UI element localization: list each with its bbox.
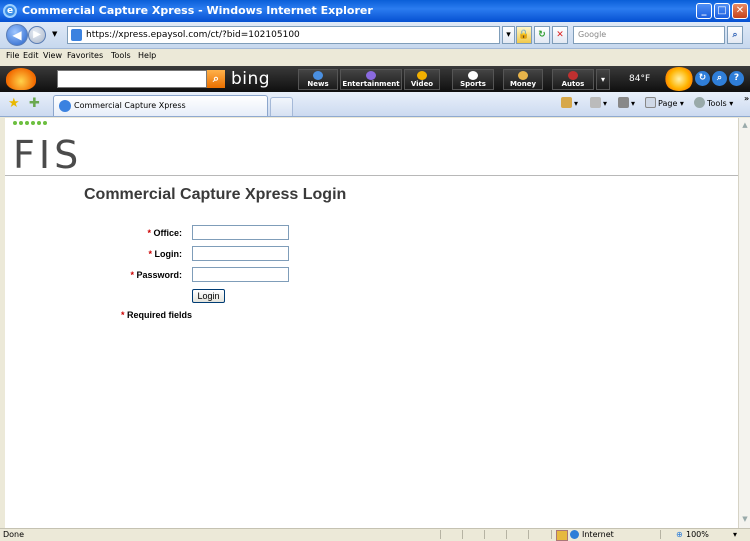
tools-menu[interactable]: Tools ▾ bbox=[694, 97, 733, 108]
bing-tab-entertainment[interactable]: Entertainment bbox=[340, 69, 402, 90]
back-button[interactable]: ◀ bbox=[6, 24, 28, 46]
news-icon bbox=[313, 71, 323, 80]
stop-button[interactable]: ✕ bbox=[552, 26, 568, 44]
bing-tab-money[interactable]: Money bbox=[503, 69, 543, 90]
vertical-scrollbar[interactable]: ▲ ▼ bbox=[738, 118, 750, 528]
status-text: Done bbox=[3, 530, 25, 539]
bing-more-dropdown[interactable]: ▾ bbox=[596, 69, 610, 90]
login-label: * Login: bbox=[148, 249, 182, 259]
menu-edit[interactable]: Edit bbox=[23, 51, 39, 60]
bing-toolbar: ⌕ bing News Entertainment Video Sports M… bbox=[0, 66, 750, 92]
menu-bar: File Edit View Favorites Tools Help bbox=[0, 49, 750, 66]
video-icon bbox=[417, 71, 427, 80]
address-dropdown-button[interactable]: ▾ bbox=[502, 26, 515, 44]
minimize-button[interactable]: _ bbox=[696, 3, 712, 19]
page-title: Commercial Capture Xpress Login bbox=[84, 186, 347, 203]
required-asterisk: * bbox=[148, 249, 152, 259]
print-button[interactable]: ▾ bbox=[618, 97, 635, 108]
address-bar-row: ◀ ▶ ▼ https://xpress.epaysol.com/ct/?bid… bbox=[0, 22, 750, 49]
page-menu[interactable]: Page ▾ bbox=[645, 97, 684, 108]
window-title-bar[interactable]: e Commercial Capture Xpress - Windows In… bbox=[0, 0, 750, 22]
login-button[interactable]: Login bbox=[192, 289, 225, 303]
entertainment-icon bbox=[366, 71, 376, 80]
office-input[interactable] bbox=[192, 225, 289, 240]
ie-logo-icon: e bbox=[3, 4, 17, 18]
zoom-icon: ⊕ bbox=[676, 530, 683, 539]
login-input[interactable] bbox=[192, 246, 289, 261]
bing-help-icon[interactable]: ? bbox=[729, 71, 744, 86]
money-icon bbox=[518, 71, 528, 80]
internet-zone-icon bbox=[570, 530, 579, 539]
protected-mode-icon bbox=[556, 530, 568, 541]
bing-sun-icon bbox=[6, 68, 36, 90]
search-input[interactable]: Google bbox=[573, 26, 725, 44]
required-asterisk: * bbox=[130, 270, 134, 280]
bing-search-input[interactable] bbox=[57, 70, 207, 88]
feeds-button[interactable]: ▾ bbox=[590, 97, 607, 108]
add-favorites-icon[interactable]: ✚ bbox=[29, 96, 40, 111]
new-tab-button[interactable] bbox=[270, 97, 293, 116]
required-fields-note: * Required fields bbox=[121, 310, 193, 320]
zoom-dropdown-icon[interactable]: ▾ bbox=[733, 529, 737, 540]
header-divider bbox=[5, 175, 738, 176]
search-button[interactable]: ⌕ bbox=[727, 26, 743, 44]
ie-page-icon bbox=[59, 100, 71, 112]
autos-icon bbox=[568, 71, 578, 80]
page-content: FIS Commercial Capture Xpress Login * Of… bbox=[5, 118, 738, 528]
address-url: https://xpress.epaysol.com/ct/?bid=10210… bbox=[86, 30, 300, 40]
zoom-level[interactable]: 100% bbox=[686, 529, 709, 540]
menu-tools[interactable]: Tools bbox=[111, 51, 131, 60]
toolbar-overflow-icon[interactable]: » bbox=[744, 94, 749, 103]
forward-button[interactable]: ▶ bbox=[28, 26, 46, 44]
menu-help[interactable]: Help bbox=[138, 51, 156, 60]
office-label: * Office: bbox=[147, 228, 182, 238]
favorites-star-icon[interactable]: ★ bbox=[8, 96, 20, 111]
menu-favorites[interactable]: Favorites bbox=[67, 51, 103, 60]
tab-bar: ★ ✚ Commercial Capture Xpress ▾ ▾ ▾ Page… bbox=[0, 92, 750, 117]
lock-icon[interactable]: 🔒 bbox=[516, 26, 532, 44]
required-asterisk: * bbox=[147, 228, 151, 238]
tab-label: Commercial Capture Xpress bbox=[74, 101, 186, 110]
fis-logo-dots bbox=[13, 121, 53, 127]
bing-tab-news[interactable]: News bbox=[298, 69, 338, 90]
bing-tab-video[interactable]: Video bbox=[404, 69, 440, 90]
window-title: Commercial Capture Xpress - Windows Inte… bbox=[22, 4, 373, 17]
recent-pages-dropdown-icon[interactable]: ▼ bbox=[52, 30, 57, 38]
page-icon bbox=[71, 29, 82, 41]
refresh-button[interactable]: ↻ bbox=[534, 26, 550, 44]
bing-search-button[interactable]: ⌕ bbox=[207, 70, 225, 88]
scroll-up-icon[interactable]: ▲ bbox=[740, 120, 750, 130]
menu-file[interactable]: File bbox=[6, 51, 19, 60]
bing-tab-autos[interactable]: Autos bbox=[552, 69, 594, 90]
password-label: * Password: bbox=[130, 270, 182, 280]
maximize-button[interactable]: □ bbox=[714, 3, 730, 19]
weather-widget[interactable]: 84°F bbox=[629, 67, 694, 91]
bing-search-icon[interactable]: ⌕ bbox=[712, 71, 727, 86]
tab-commercial-capture-xpress[interactable]: Commercial Capture Xpress bbox=[53, 95, 268, 116]
password-input[interactable] bbox=[192, 267, 289, 282]
status-bar: Done Internet ⊕ 100% ▾ bbox=[0, 528, 750, 541]
bing-logo: bing bbox=[231, 69, 271, 89]
security-zone[interactable]: Internet bbox=[582, 529, 614, 540]
sports-icon bbox=[468, 71, 478, 80]
address-input[interactable]: https://xpress.epaysol.com/ct/?bid=10210… bbox=[67, 26, 500, 44]
bing-tab-sports[interactable]: Sports bbox=[452, 69, 494, 90]
home-button[interactable]: ▾ bbox=[561, 97, 578, 108]
fis-logo: FIS bbox=[13, 133, 83, 177]
weather-sun-icon bbox=[664, 67, 694, 91]
bing-share-icon[interactable]: ↻ bbox=[695, 71, 710, 86]
scroll-down-icon[interactable]: ▼ bbox=[740, 514, 750, 524]
menu-view[interactable]: View bbox=[43, 51, 62, 60]
close-button[interactable]: ✕ bbox=[732, 3, 748, 19]
weather-temperature: 84°F bbox=[629, 74, 651, 84]
search-placeholder: Google bbox=[578, 30, 607, 39]
